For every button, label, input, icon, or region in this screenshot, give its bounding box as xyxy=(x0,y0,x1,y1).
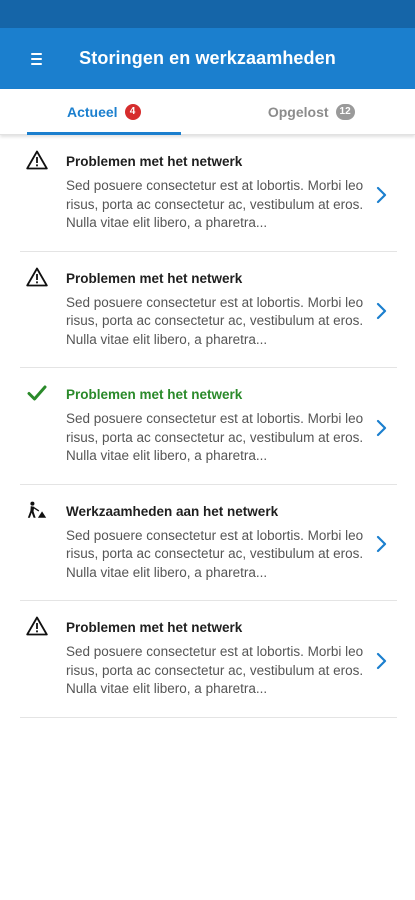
chevron-right-icon xyxy=(373,418,389,438)
status-bar xyxy=(0,0,415,28)
roadwork-icon xyxy=(26,499,48,521)
item-description: Sed posuere consectetur est at lobortis.… xyxy=(66,178,364,230)
item-title: Problemen met het netwerk xyxy=(66,270,243,286)
hamburger-menu-icon[interactable] xyxy=(22,45,50,73)
tab-opgelost-count-badge: 12 xyxy=(335,103,355,120)
warning-triangle-icon xyxy=(26,149,48,171)
item-description: Sed posuere consectetur est at lobortis.… xyxy=(66,411,364,463)
list-item[interactable]: Problemen met het netwerk Sed posuere co… xyxy=(20,135,397,252)
outage-list: Problemen met het netwerk Sed posuere co… xyxy=(0,135,415,718)
list-item[interactable]: Problemen met het netwerk Sed posuere co… xyxy=(20,252,397,368)
list-item[interactable]: Problemen met het netwerk Sed posuere co… xyxy=(20,601,397,718)
chevron-right-icon xyxy=(373,534,389,554)
tab-actueel-label: Actueel xyxy=(66,103,118,120)
item-description: Sed posuere consectetur est at lobortis.… xyxy=(66,527,364,580)
tab-actueel-count-badge: 4 xyxy=(124,103,141,120)
checkmark-icon xyxy=(26,382,48,404)
chevron-right-icon xyxy=(373,185,389,205)
chevron-right-icon xyxy=(373,651,389,671)
item-title: Problemen met het netwerk xyxy=(66,387,243,402)
app-bar: Storingen en werkzaamheden xyxy=(0,28,415,89)
tab-actueel[interactable]: Actueel 4 xyxy=(0,89,208,135)
chevron-right-icon xyxy=(373,301,389,321)
warning-triangle-icon xyxy=(26,266,48,288)
item-title: Werkzaamheden aan het netwerk xyxy=(66,503,279,519)
item-title: Problemen met het netwerk xyxy=(66,620,243,635)
tab-bar: Actueel 4 Opgelost 12 xyxy=(0,89,415,135)
item-description: Sed posuere consectetur est at lobortis.… xyxy=(66,644,364,696)
tab-opgelost[interactable]: Opgelost 12 xyxy=(208,89,415,134)
page-title: Storingen en werkzaamheden xyxy=(79,48,336,68)
list-item[interactable]: Werkzaamheden aan het netwerk Sed posuer… xyxy=(20,485,397,601)
list-item[interactable]: Problemen met het netwerk Sed posuere co… xyxy=(20,368,397,485)
item-description: Sed posuere consectetur est at lobortis.… xyxy=(66,294,364,347)
warning-triangle-icon xyxy=(26,615,48,637)
item-title: Problemen met het netwerk xyxy=(66,154,243,169)
tab-opgelost-label: Opgelost xyxy=(267,103,329,120)
